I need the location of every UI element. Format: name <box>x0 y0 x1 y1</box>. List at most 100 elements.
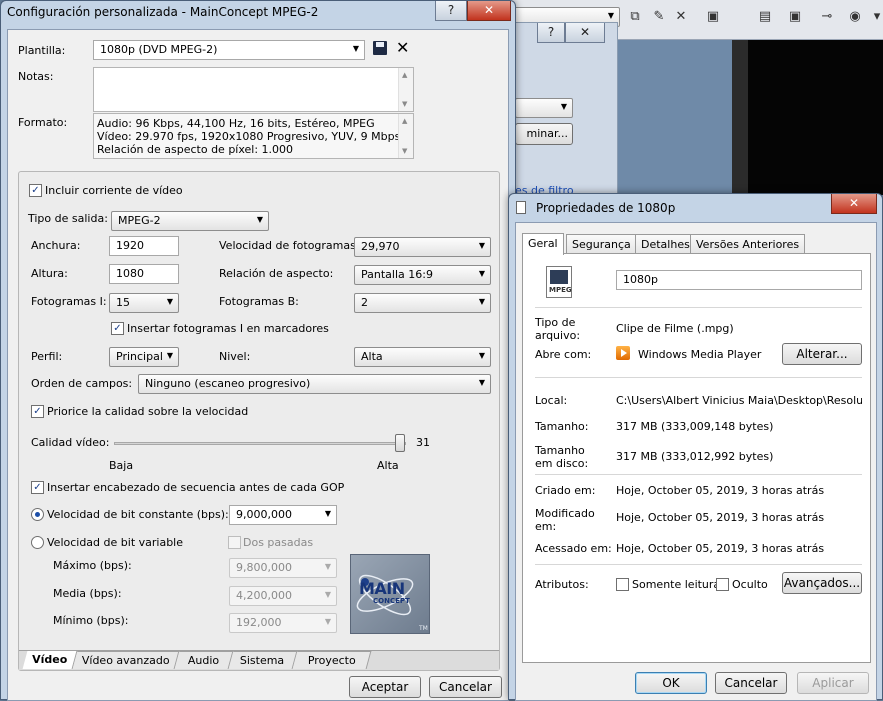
bit-constante-label: Velocidad de bit constante (bps): <box>47 508 229 521</box>
nivel-value: Alta <box>361 350 383 363</box>
tab-proyecto[interactable]: Proyecto <box>292 651 372 669</box>
avancados-button[interactable]: Avançados... <box>782 572 862 594</box>
bg-more-icon[interactable]: ▾ <box>868 8 883 26</box>
bg-tool-icon-2[interactable]: ✎ <box>650 8 668 26</box>
fotogramas-i-label: Fotogramas I: <box>31 295 107 308</box>
somente-leitura-checkbox[interactable] <box>616 578 629 591</box>
tab-geral[interactable]: Geral <box>522 233 564 255</box>
bit-constante-radio[interactable] <box>31 508 44 521</box>
tab-video-avanzado[interactable]: Vídeo avanzado <box>72 651 180 669</box>
delete-icon[interactable]: ✕ <box>396 38 409 57</box>
altura-input[interactable]: 1080 <box>109 264 179 284</box>
notas-scrollbar[interactable]: ▲ ▼ <box>398 68 413 111</box>
calidad-slider-thumb[interactable] <box>395 434 406 452</box>
chevron-down-icon: ▼ <box>478 378 485 387</box>
fotogramas-i-dropdown[interactable]: 15 ▼ <box>109 293 179 313</box>
notas-textarea[interactable]: ▲ ▼ <box>93 67 414 112</box>
criado-label: Criado em: <box>535 484 596 497</box>
window-title: Configuración personalizada - MainConcep… <box>7 5 319 19</box>
orden-label: Orden de campos: <box>31 377 133 390</box>
cancelar-button[interactable]: Cancelar <box>715 672 787 694</box>
media-dropdown[interactable]: 4,200,000 ▼ <box>229 586 337 606</box>
bg-panel-dropdown[interactable]: ▼ <box>515 98 573 118</box>
oculto-checkbox[interactable] <box>716 578 729 591</box>
bg-monitor-icon-2[interactable]: ▣ <box>786 8 804 26</box>
maximo-dropdown[interactable]: 9,800,000 ▼ <box>229 558 337 578</box>
perfil-dropdown[interactable]: Principal ▼ <box>109 347 179 367</box>
calidad-value: 31 <box>416 436 430 449</box>
chevron-down-icon: ▼ <box>324 617 331 626</box>
dos-pasadas-checkbox[interactable] <box>228 536 241 549</box>
velocidad-dropdown[interactable]: 29,970 ▼ <box>354 237 491 257</box>
bg-monitor-icon[interactable]: ▣ <box>704 8 722 26</box>
orden-value: Ninguno (escaneo progresivo) <box>145 377 311 390</box>
calidad-slider-track[interactable] <box>114 442 406 445</box>
formato-scrollbar[interactable]: ▲ ▼ <box>398 114 413 158</box>
bg-help-button[interactable]: ? <box>537 23 565 43</box>
bg-tool-icon-3[interactable]: ▤ <box>756 8 774 26</box>
bg-tool-icon-1[interactable]: ⧉ <box>626 8 644 26</box>
plantilla-label: Plantilla: <box>18 44 66 57</box>
tab-audio[interactable]: Audio <box>174 651 234 669</box>
plantilla-value: 1080p (DVD MPEG-2) <box>100 43 218 56</box>
cancelar-button[interactable]: Cancelar <box>429 676 502 698</box>
properties-client: Geral Segurança Detalhes Versões Anterio… <box>515 222 877 701</box>
mpeg-icon-label: MPEG <box>549 286 572 294</box>
tab-sistema[interactable]: Sistema <box>228 651 298 669</box>
background-grip <box>732 40 748 195</box>
tab-video[interactable]: Vídeo <box>22 651 78 669</box>
maximo-value: 9,800,000 <box>236 561 292 574</box>
priorice-checkbox[interactable]: ✓ <box>31 405 44 418</box>
orden-dropdown[interactable]: Ninguno (escaneo progresivo) ▼ <box>138 374 491 394</box>
minimo-value: 192,000 <box>236 616 282 629</box>
tab-versoes[interactable]: Versões Anteriores <box>690 234 806 253</box>
insertar-i-checkbox[interactable]: ✓ <box>111 322 124 335</box>
incluir-checkbox[interactable]: ✓ <box>29 184 42 197</box>
acessado-label: Acessado em: <box>535 542 612 555</box>
help-button[interactable]: ? <box>435 1 467 21</box>
notas-label: Notas: <box>18 70 54 83</box>
minimo-dropdown[interactable]: 192,000 ▼ <box>229 613 337 633</box>
tipo-salida-value: MPEG-2 <box>118 214 161 227</box>
anchura-input[interactable]: 1920 <box>109 236 179 256</box>
background-preview <box>748 40 883 195</box>
separator <box>535 377 862 378</box>
modificado-value: Hoje, October 05, 2019, 3 horas atrás <box>616 511 825 524</box>
aceptar-button[interactable]: Aceptar <box>349 676 421 698</box>
bg-close-icon[interactable]: ✕ <box>672 8 690 26</box>
tipo-salida-dropdown[interactable]: MPEG-2 ▼ <box>111 211 269 231</box>
close-button[interactable]: ✕ <box>831 194 877 214</box>
bg-split-icon[interactable]: ⊸ <box>818 8 836 26</box>
relacion-dropdown[interactable]: Pantalla 16:9 ▼ <box>354 265 491 285</box>
save-icon[interactable] <box>373 41 387 55</box>
bg-panel-button[interactable]: minar... <box>515 123 573 145</box>
window-title: Propriedades de 1080p <box>536 201 676 215</box>
separator <box>535 307 862 308</box>
tab-detalhes[interactable]: Detalhes <box>635 234 696 253</box>
nivel-dropdown[interactable]: Alta ▼ <box>354 347 491 367</box>
formato-line-2: Vídeo: 29.970 fps, 1920x1080 Progresivo,… <box>97 130 401 143</box>
local-value: C:\Users\Albert Vinicius Maia\Desktop\Re… <box>616 394 862 407</box>
fotogramas-b-dropdown[interactable]: 2 ▼ <box>354 293 491 313</box>
aplicar-button[interactable]: Aplicar <box>797 672 869 694</box>
bit-constante-dropdown[interactable]: 9,000,000 ▼ <box>229 505 337 525</box>
insertar-encabezado-checkbox[interactable]: ✓ <box>31 481 44 494</box>
filename-input[interactable]: 1080p <box>616 270 862 290</box>
bit-variable-radio[interactable] <box>31 536 44 549</box>
maximo-label: Máximo (bps): <box>53 559 132 572</box>
chevron-down-icon: ▼ <box>166 297 173 306</box>
video-settings-group: ✓ Incluir corriente de vídeo Tipo de sal… <box>18 171 500 671</box>
calidad-max-label: Alta <box>377 459 399 472</box>
plantilla-dropdown[interactable]: 1080p (DVD MPEG-2) ▼ <box>93 40 365 60</box>
tab-seguranca[interactable]: Segurança <box>566 234 637 253</box>
oculto-label: Oculto <box>732 578 768 591</box>
bg-record-icon[interactable]: ◉ <box>846 8 864 26</box>
ok-button[interactable]: OK <box>635 672 707 694</box>
perfil-value: Principal <box>116 350 163 363</box>
mainconcept-window: Configuración personalizada - MainConcep… <box>0 0 516 701</box>
close-button[interactable]: ✕ <box>467 1 511 21</box>
bg-close-button[interactable]: ✕ <box>565 23 605 43</box>
alterar-button[interactable]: Alterar... <box>782 343 862 365</box>
chevron-down-icon: ▼ <box>324 562 331 571</box>
tipo-value: Clipe de Filme (.mpg) <box>616 322 734 335</box>
